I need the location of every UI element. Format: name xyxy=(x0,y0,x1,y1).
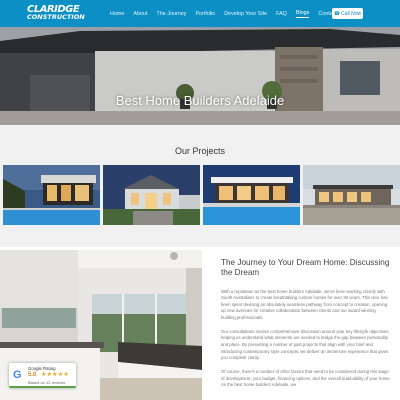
call-now-label: Call Now xyxy=(341,10,362,17)
projects-section: Our Projects xyxy=(0,125,400,247)
main-nav: Home About The Journey Portfolio Develop… xyxy=(110,0,346,27)
rating-score: 5.0 xyxy=(28,372,37,378)
article-heading: The Journey to Your Dream Home: Discussi… xyxy=(221,258,390,278)
rating-review-count: Based on 12 reviews xyxy=(28,380,66,385)
logo-line2: CONSTRUCTION xyxy=(27,13,85,21)
article-paragraph: Of course, there's a number of other fac… xyxy=(221,369,391,388)
project-thumbnail[interactable] xyxy=(103,165,200,225)
call-now-button[interactable]: ☎ Call Now xyxy=(332,8,363,19)
project-thumbnail[interactable] xyxy=(3,165,100,225)
article-paragraph: With a reputation as the best home build… xyxy=(221,288,388,321)
rating-stars-icon: ★★★★★ xyxy=(41,372,69,378)
nav-item-faq[interactable]: FAQ xyxy=(276,11,287,17)
projects-title: Our Projects xyxy=(174,146,225,156)
project-image xyxy=(203,165,300,225)
project-image xyxy=(103,165,200,225)
article-paragraph: Our consultations involve comprehensive … xyxy=(221,328,390,361)
nav-item-journey[interactable]: The Journey xyxy=(156,11,186,17)
site-logo[interactable]: CLARIDGE CONSTRUCTION xyxy=(27,5,85,21)
hero-image xyxy=(0,27,400,125)
hero-title: Best Home Builders Adelaide xyxy=(115,93,285,108)
nav-item-portfolio[interactable]: Portfolio xyxy=(195,11,215,17)
site-header: CLARIDGE CONSTRUCTION Home About The Jou… xyxy=(0,0,400,27)
nav-item-blogs[interactable]: Blogs xyxy=(295,10,310,18)
google-rating-badge[interactable]: G Google Rating 5.0 ★★★★★ Based on 12 re… xyxy=(9,363,76,388)
phone-icon: ☎ xyxy=(333,10,341,17)
project-thumbnails xyxy=(3,165,400,225)
project-image xyxy=(3,165,100,225)
project-thumbnail[interactable] xyxy=(303,165,400,225)
hero-banner: Best Home Builders Adelaide xyxy=(0,27,400,125)
project-image xyxy=(303,165,400,225)
nav-item-develop-your-site[interactable]: Develop Your Site xyxy=(224,11,267,17)
project-thumbnail[interactable] xyxy=(203,165,300,225)
google-icon: G xyxy=(13,369,22,381)
nav-item-about[interactable]: About xyxy=(133,11,147,17)
nav-item-home[interactable]: Home xyxy=(110,11,124,17)
article-section: The Journey to Your Dream Home: Discussi… xyxy=(221,258,391,396)
